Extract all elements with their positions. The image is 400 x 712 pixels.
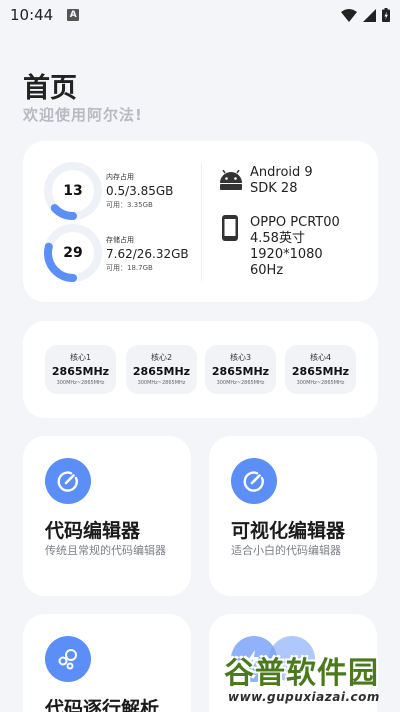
status-time: 10:44 bbox=[10, 6, 54, 24]
edit-icon bbox=[231, 458, 277, 504]
watermark-url: www.gupuxiazai.com bbox=[228, 690, 380, 704]
battery-icon bbox=[382, 8, 390, 22]
sdk-version: SDK 28 bbox=[250, 181, 298, 196]
bubbles-icon bbox=[45, 636, 91, 682]
visual-editor-card[interactable]: 可视化编辑器 适合小白的代码编辑器 bbox=[209, 436, 377, 596]
status-bar: 10:44 A bbox=[0, 0, 400, 30]
tool-description: 适合小白的代码编辑器 bbox=[231, 544, 341, 557]
memory-percent: 13 bbox=[63, 183, 83, 199]
storage-value: 7.62/26.32GB bbox=[106, 247, 189, 261]
core-chip: 核心3 2865MHz 300MHz~2865MHz bbox=[205, 345, 276, 394]
core-name: 核心2 bbox=[150, 353, 173, 362]
tool-title: 代码编辑器 bbox=[45, 520, 141, 542]
core-range: 300MHz~2865MHz bbox=[216, 380, 265, 386]
storage-percent: 29 bbox=[63, 245, 83, 261]
memory-stats: 内存占用 0.5/3.85GB 可用：3.35GB bbox=[106, 172, 173, 210]
tool-title: 可视化编辑器 bbox=[231, 520, 346, 542]
android-icon bbox=[220, 170, 242, 190]
line-parser-card[interactable]: 代码逐行解析 bbox=[23, 614, 191, 712]
tool-description: 传统且常规的代码编辑器 bbox=[45, 544, 166, 557]
signal-icon bbox=[363, 8, 376, 22]
core-frequency: 2865MHz bbox=[211, 365, 270, 378]
wifi-icon bbox=[341, 8, 357, 22]
os-version: Android 9 bbox=[250, 165, 313, 180]
core-range: 300MHz~2865MHz bbox=[137, 380, 186, 386]
page-title: 首页 bbox=[23, 73, 77, 104]
core-range: 300MHz~2865MHz bbox=[56, 380, 105, 386]
watermark-title: 谷普软件园 bbox=[224, 656, 379, 691]
refresh-rate: 60Hz bbox=[250, 263, 284, 278]
page-subtitle: 欢迎使用阿尔法! bbox=[23, 106, 143, 124]
core-chip: 核心2 2865MHz 300MHz~2865MHz bbox=[126, 345, 197, 394]
notification-icon: A bbox=[67, 9, 80, 21]
code-editor-card[interactable]: 代码编辑器 传统且常规的代码编辑器 bbox=[23, 436, 191, 596]
watermark: 谷普软件园 www.gupuxiazai.com bbox=[216, 646, 400, 712]
memory-ring: 13 bbox=[43, 161, 103, 221]
os-info: Android 9 SDK 28 bbox=[250, 165, 313, 197]
core-range: 300MHz~2865MHz bbox=[296, 380, 345, 386]
phone-icon bbox=[222, 215, 238, 241]
screen-size: 4.58英寸 bbox=[250, 231, 305, 246]
core-frequency: 2865MHz bbox=[132, 365, 191, 378]
memory-value: 0.5/3.85GB bbox=[106, 184, 174, 198]
core-chip: 核心1 2865MHz 300MHz~2865MHz bbox=[45, 345, 116, 394]
core-frequency: 2865MHz bbox=[51, 365, 110, 378]
cpu-cores-card: 核心1 2865MHz 300MHz~2865MHz 核心2 2865MHz 3… bbox=[23, 321, 378, 418]
status-icons bbox=[341, 8, 390, 22]
device-info-card: 13 内存占用 0.5/3.85GB 可用：3.35GB 29 存储占用 7.6… bbox=[23, 141, 378, 302]
core-name: 核心3 bbox=[229, 353, 252, 362]
storage-label: 存储占用 bbox=[106, 236, 134, 244]
core-name: 核心4 bbox=[309, 353, 332, 362]
tool-title: 代码逐行解析 bbox=[45, 698, 160, 712]
storage-ring: 29 bbox=[43, 223, 103, 283]
memory-available: 可用：3.35GB bbox=[106, 201, 153, 209]
screen-resolution: 1920*1080 bbox=[250, 247, 323, 262]
memory-label: 内存占用 bbox=[106, 173, 134, 181]
info-divider bbox=[201, 163, 202, 281]
edit-icon bbox=[45, 458, 91, 504]
storage-available: 可用：18.7GB bbox=[106, 264, 153, 272]
core-chip: 核心4 2865MHz 300MHz~2865MHz bbox=[285, 345, 356, 394]
core-frequency: 2865MHz bbox=[291, 365, 350, 378]
core-name: 核心1 bbox=[69, 353, 92, 362]
device-model: OPPO PCRT00 bbox=[250, 215, 340, 230]
storage-stats: 存储占用 7.62/26.32GB 可用：18.7GB bbox=[106, 235, 189, 273]
device-info: OPPO PCRT00 4.58英寸 1920*1080 60Hz bbox=[250, 215, 340, 279]
